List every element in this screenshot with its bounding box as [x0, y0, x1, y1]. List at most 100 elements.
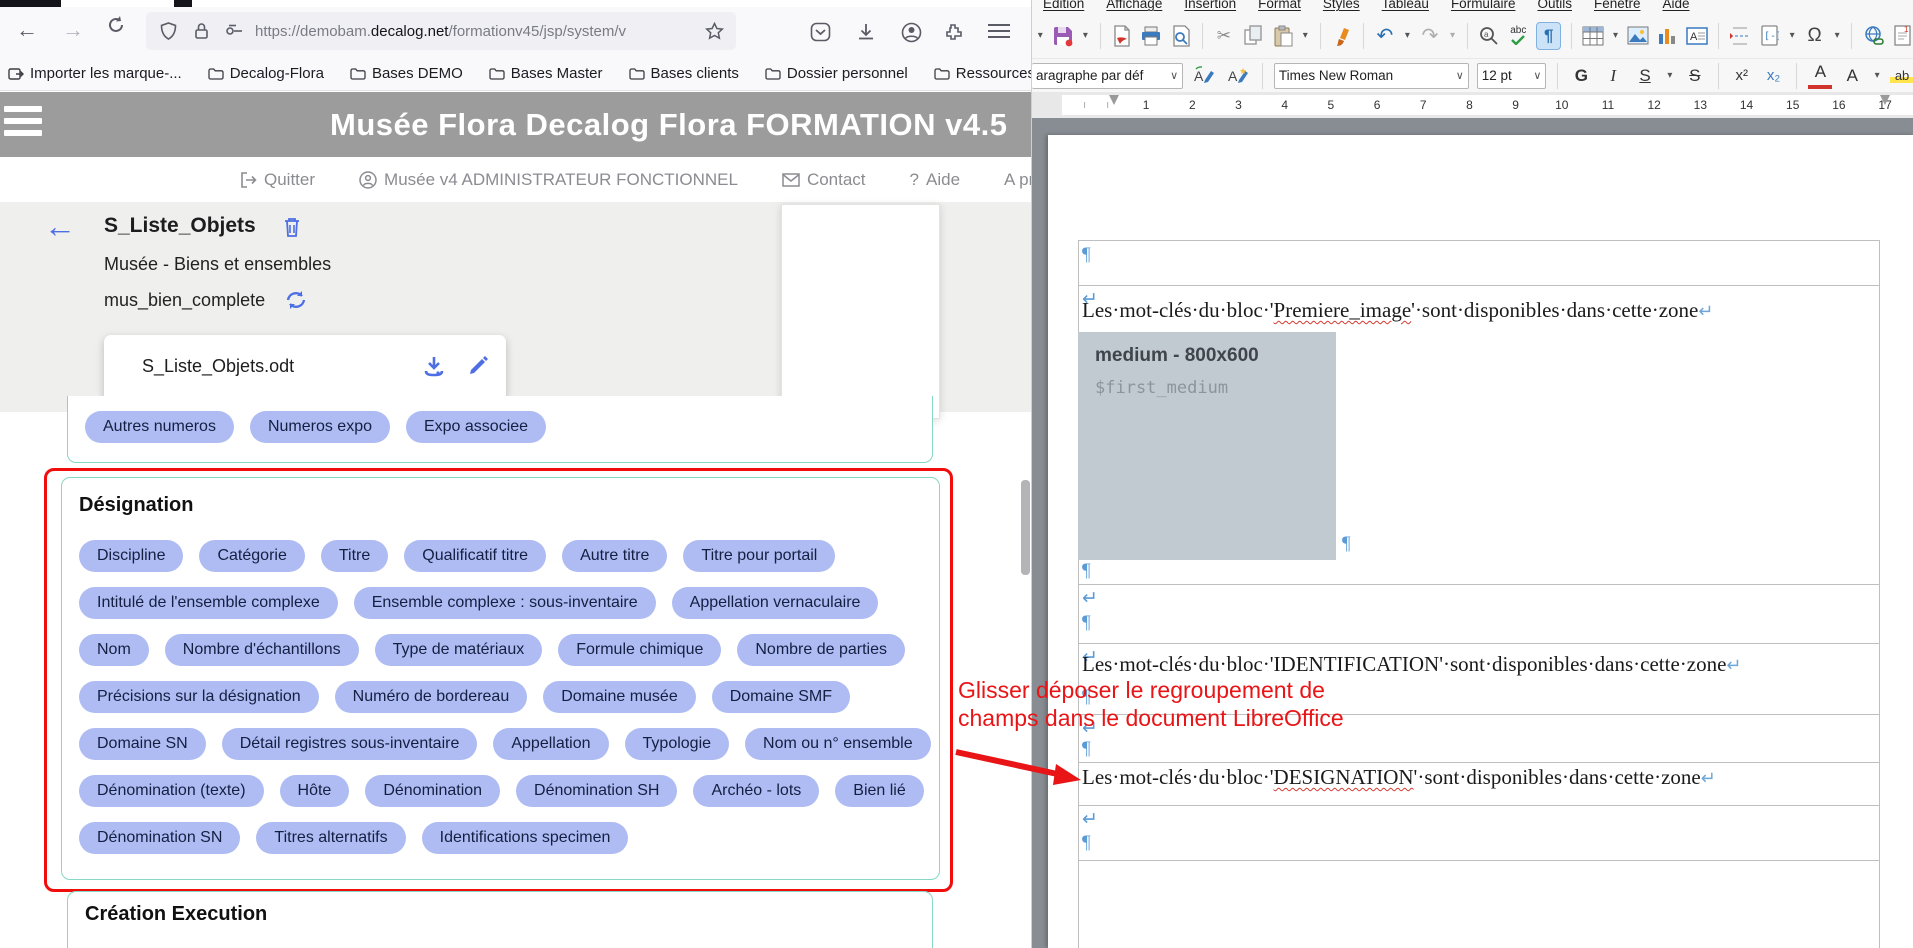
field-chip[interactable]: Numeros expo: [250, 411, 390, 443]
forward-icon[interactable]: →: [62, 15, 84, 45]
font-color-button[interactable]: A: [1808, 63, 1832, 89]
back-icon[interactable]: ←: [16, 15, 38, 45]
new-style-icon[interactable]: A: [1225, 63, 1251, 89]
cut-icon[interactable]: ✂: [1213, 23, 1235, 49]
lo-menu-item[interactable]: Format: [1249, 0, 1310, 11]
insert-textbox-icon[interactable]: A: [1686, 23, 1708, 49]
lo-menu-item[interactable]: Aide: [1654, 0, 1699, 11]
field-chip[interactable]: Identifications specimen: [422, 822, 629, 854]
formatting-marks-icon[interactable]: ¶: [1536, 22, 1560, 50]
field-chip[interactable]: Intitulé de l'ensemble complexe: [79, 587, 338, 619]
insert-footnote-icon[interactable]: 1: [1892, 23, 1913, 49]
app-menu-icon[interactable]: [4, 106, 42, 142]
field-chip[interactable]: Dénomination: [365, 775, 500, 807]
field-chip[interactable]: Bien lié: [835, 775, 923, 807]
drag-keyword-box[interactable]: medium - 800x600 $first_medium: [1078, 332, 1336, 560]
field-chip[interactable]: Hôte: [280, 775, 350, 807]
insert-table-icon[interactable]: [1582, 23, 1604, 49]
bookmark-folder[interactable]: Bases DEMO: [350, 65, 463, 82]
horizontal-ruler[interactable]: 1234567891011121314151617: [1032, 92, 1913, 119]
menu-contact[interactable]: Contact: [782, 170, 866, 190]
underline-dropdown-icon[interactable]: ▾: [1665, 70, 1675, 81]
strikethrough-button[interactable]: S: [1683, 66, 1707, 86]
field-chip[interactable]: Nom ou n° ensemble: [745, 728, 931, 760]
undo-icon[interactable]: ↶: [1374, 23, 1396, 49]
save-icon[interactable]: [1052, 23, 1074, 49]
menu-user[interactable]: Musée v4 ADMINISTRATEUR FONCTIONNEL: [359, 170, 738, 190]
menu-icon[interactable]: [988, 20, 1010, 42]
table-dropdown-icon[interactable]: ▾: [1611, 30, 1620, 41]
permissions-icon[interactable]: [222, 19, 246, 43]
field-chip[interactable]: Expo associee: [406, 411, 546, 443]
field-chip[interactable]: Nombre d'échantillons: [165, 634, 359, 666]
paragraph-style-combo[interactable]: aragraphe par déf∨: [1032, 63, 1183, 89]
edit-icon[interactable]: [466, 354, 490, 378]
print-preview-icon[interactable]: [1169, 23, 1191, 49]
field-chip[interactable]: Titre pour portail: [683, 540, 835, 572]
highlighting-pen-icon[interactable]: ab: [1890, 68, 1913, 83]
field-chip[interactable]: Qualificatif titre: [404, 540, 546, 572]
field-chip[interactable]: Détail registres sous-inventaire: [222, 728, 478, 760]
bookmark-import[interactable]: Importer les marque-...: [8, 65, 182, 82]
lo-menu-item[interactable]: Tableau: [1373, 0, 1438, 11]
redo-icon[interactable]: ↷: [1419, 23, 1441, 49]
lo-menu-item[interactable]: Styles: [1314, 0, 1369, 11]
export-pdf-icon[interactable]: [1111, 23, 1133, 49]
field-chip[interactable]: Titre: [321, 540, 388, 572]
special-char-dropdown-icon[interactable]: ▾: [1833, 30, 1842, 41]
print-icon[interactable]: [1140, 23, 1162, 49]
undo-dropdown-icon[interactable]: ▾: [1403, 30, 1412, 41]
superscript-button[interactable]: x²: [1730, 67, 1754, 84]
new-doc-dropdown-icon[interactable]: ▾: [1036, 30, 1045, 41]
pocket-icon[interactable]: [808, 20, 832, 44]
highlight-dropdown-icon[interactable]: ▾: [1872, 70, 1882, 81]
menu-quitter[interactable]: Quitter: [240, 170, 315, 190]
field-chip[interactable]: Discipline: [79, 540, 183, 572]
field-chip[interactable]: Domaine SMF: [712, 681, 850, 713]
clone-formatting-icon[interactable]: [1330, 23, 1352, 49]
paste-dropdown-icon[interactable]: ▾: [1301, 30, 1310, 41]
lo-menu-item[interactable]: Insertion: [1175, 0, 1245, 11]
account-icon[interactable]: [899, 20, 923, 44]
bookmark-folder[interactable]: Bases Master: [489, 65, 603, 82]
redo-dropdown-icon[interactable]: ▾: [1448, 30, 1457, 41]
insert-image-icon[interactable]: [1627, 23, 1649, 49]
copy-icon[interactable]: [1242, 23, 1264, 49]
special-character-icon[interactable]: Ω: [1803, 23, 1825, 49]
field-chip[interactable]: Domaine musée: [543, 681, 696, 713]
bold-button[interactable]: G: [1569, 66, 1593, 86]
insert-field-icon[interactable]: [-]: [1758, 23, 1780, 49]
font-name-combo[interactable]: Times New Roman∨: [1274, 63, 1469, 89]
field-chip[interactable]: Précisions sur la désignation: [79, 681, 319, 713]
reload-icon[interactable]: [106, 15, 126, 35]
insert-chart-icon[interactable]: [1656, 23, 1678, 49]
italic-button[interactable]: I: [1601, 66, 1625, 86]
shield-icon[interactable]: [156, 19, 180, 43]
lo-menu-item[interactable]: Outils: [1528, 0, 1581, 11]
bookmark-folder[interactable]: Ressources: [934, 65, 1035, 82]
underline-button[interactable]: S: [1633, 66, 1657, 86]
field-dropdown-icon[interactable]: ▾: [1788, 30, 1797, 41]
lock-icon[interactable]: [189, 19, 213, 43]
spellcheck-icon[interactable]: abc: [1507, 23, 1529, 49]
font-size-combo[interactable]: 12 pt∨: [1477, 63, 1547, 89]
bookmark-folder[interactable]: Decalog-Flora: [208, 65, 324, 82]
field-chip[interactable]: Nom: [79, 634, 149, 666]
field-chip[interactable]: Nombre de parties: [737, 634, 905, 666]
browser-scrollbar[interactable]: [1021, 480, 1030, 575]
downloads-icon[interactable]: [854, 20, 878, 44]
paste-icon[interactable]: [1272, 23, 1294, 49]
field-chip[interactable]: Type de matériaux: [375, 634, 543, 666]
field-chip[interactable]: Domaine SN: [79, 728, 206, 760]
field-chip[interactable]: Catégorie: [199, 540, 304, 572]
refresh-icon[interactable]: [285, 290, 307, 310]
field-chip[interactable]: Typologie: [625, 728, 730, 760]
update-style-icon[interactable]: A: [1191, 63, 1217, 89]
highlight-color-button[interactable]: A: [1840, 66, 1864, 86]
url-bar[interactable]: https://demobam.decalog.net/formationv45…: [146, 12, 736, 50]
extensions-icon[interactable]: [942, 20, 966, 44]
bookmark-folder[interactable]: Bases clients: [629, 65, 739, 82]
save-dropdown-icon[interactable]: ▾: [1081, 30, 1090, 41]
hyperlink-icon[interactable]: [1862, 23, 1884, 49]
bookmark-folder[interactable]: Dossier personnel: [765, 65, 908, 82]
